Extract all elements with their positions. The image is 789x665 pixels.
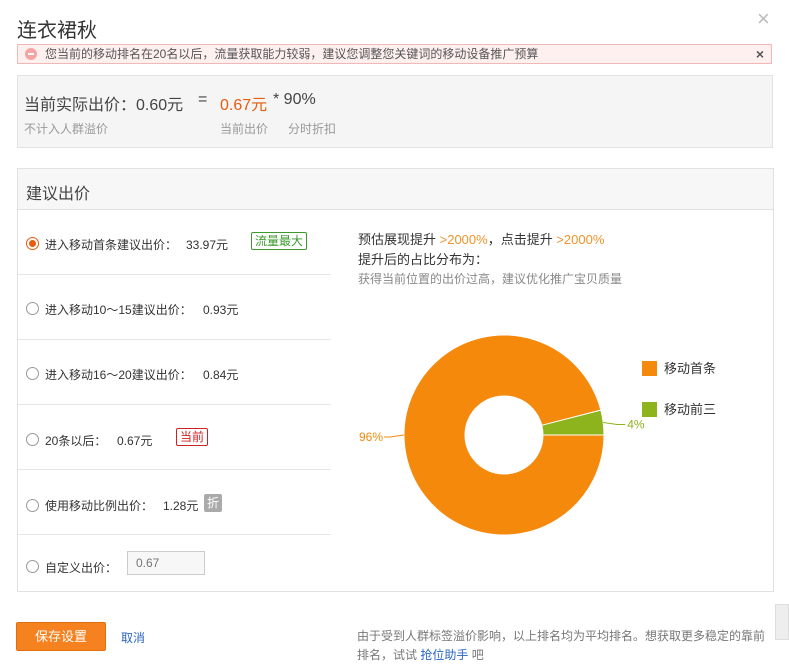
discount-value: * 90% xyxy=(273,91,316,108)
bid-option-mobile-ratio[interactable]: 使用移动比例出价： 1.28元 折 xyxy=(18,470,331,535)
bid-option-label: 进入移动16～20建议出价： xyxy=(45,368,192,382)
current-badge: 当前 xyxy=(176,428,209,446)
radio-button[interactable] xyxy=(26,367,39,380)
legend-swatch xyxy=(642,361,657,376)
bid-option-value: 33.97元 xyxy=(186,238,229,252)
cancel-link[interactable]: 取消 xyxy=(121,629,145,646)
bid-option-mobile-top[interactable]: 进入移动首条建议出价： 33.97元 流量最大 xyxy=(18,210,331,275)
bid-option-rank-16-20[interactable]: 进入移动16～20建议出价： 0.84元 xyxy=(18,340,331,405)
legend-label: 移动首条 xyxy=(664,361,717,376)
bid-option-after-20[interactable]: 20条以后： 0.67元 当前 xyxy=(18,405,331,470)
footer-note: 由于受到人群标签溢价影响，以上排名均为平均排名。想获取更多稳定的靠前排名，试试 … xyxy=(357,627,769,665)
discount-caption: 分时折扣 xyxy=(288,122,337,136)
radio-button[interactable] xyxy=(26,560,39,573)
bid-option-label: 使用移动比例出价： xyxy=(45,499,154,513)
price-summary: 当前实际出价：0.60元 = 0.67元 * 90% 不计入人群溢价 当前出价 … xyxy=(17,75,773,148)
bid-option-rank-10-15[interactable]: 进入移动10～15建议出价： 0.93元 xyxy=(18,275,331,340)
equals-sign: = xyxy=(198,91,208,108)
data-label-0: 96% xyxy=(359,430,383,444)
warning-close-icon[interactable]: × xyxy=(756,45,764,63)
suggest-panel: 建议出价 进入移动首条建议出价： 33.97元 流量最大 进入移动10～15建议… xyxy=(17,168,774,592)
custom-bid-input[interactable] xyxy=(127,551,205,575)
actual-price-label: 当前实际出价：0.60元 xyxy=(24,97,184,114)
data-label-leader-1 xyxy=(603,421,626,425)
legend-swatch xyxy=(642,402,657,417)
bid-assistant-link[interactable]: 抢位助手 xyxy=(420,648,468,662)
warning-bar: 您当前的移动排名在20名以后，流量获取能力较弱，建议您调整您关键词的移动设备推广… xyxy=(17,44,772,64)
data-label-leader-0 xyxy=(384,434,405,438)
dialog-title: 连衣裙秋 xyxy=(17,20,97,42)
discount-badge: 折 xyxy=(204,494,223,512)
warning-text: 您当前的移动排名在20名以后，流量获取能力较弱，建议您调整您关键词的移动设备推广… xyxy=(45,47,539,61)
estimate-area: 预估展现提升 >2000%，点击提升 >2000% 提升后的占比分布为： 获得当… xyxy=(332,210,773,591)
warning-minus-icon xyxy=(25,48,37,60)
bid-option-value: 0.93元 xyxy=(203,303,239,317)
legend-item-top: 移动首条 xyxy=(642,358,716,377)
suggest-panel-header: 建议出价 xyxy=(18,169,773,210)
bid-option-custom[interactable]: 自定义出价： xyxy=(18,535,331,600)
bid-option-value: 1.28元 xyxy=(163,499,199,513)
data-label-1: 4% xyxy=(627,417,645,431)
bid-option-value: 0.67元 xyxy=(117,434,153,448)
max-traffic-badge: 流量最大 xyxy=(251,232,308,250)
bid-option-label: 自定义出价： xyxy=(45,561,118,575)
radio-button[interactable] xyxy=(26,433,39,446)
radio-button[interactable] xyxy=(26,302,39,315)
footer-note-suffix: 吧 xyxy=(468,648,484,662)
current-price-caption: 当前出价 xyxy=(220,122,269,136)
suggest-panel-title: 建议出价 xyxy=(26,186,91,203)
bid-option-label: 进入移动10～15建议出价： xyxy=(45,303,192,317)
legend-item-top3: 移动前三 xyxy=(642,399,716,418)
exclude-premium-note: 不计入人群溢价 xyxy=(24,122,109,136)
bid-option-label: 进入移动首条建议出价： xyxy=(45,238,178,252)
bid-option-value: 0.84元 xyxy=(203,368,239,382)
side-feedback-tab[interactable] xyxy=(775,604,789,640)
dialog-close-icon[interactable]: × xyxy=(757,8,770,30)
save-button[interactable]: 保存设置 xyxy=(16,622,106,651)
footer-note-text: 由于受到人群标签溢价影响，以上排名均为平均排名。想获取更多稳定的靠前排名，试试 xyxy=(357,629,766,662)
radio-button[interactable] xyxy=(26,499,39,512)
current-price-value: 0.67元 xyxy=(220,97,268,114)
legend-label: 移动前三 xyxy=(664,402,717,417)
bid-options: 进入移动首条建议出价： 33.97元 流量最大 进入移动10～15建议出价： 0… xyxy=(18,210,331,591)
radio-button[interactable] xyxy=(26,237,39,250)
bid-option-label: 20条以后： xyxy=(45,434,107,448)
